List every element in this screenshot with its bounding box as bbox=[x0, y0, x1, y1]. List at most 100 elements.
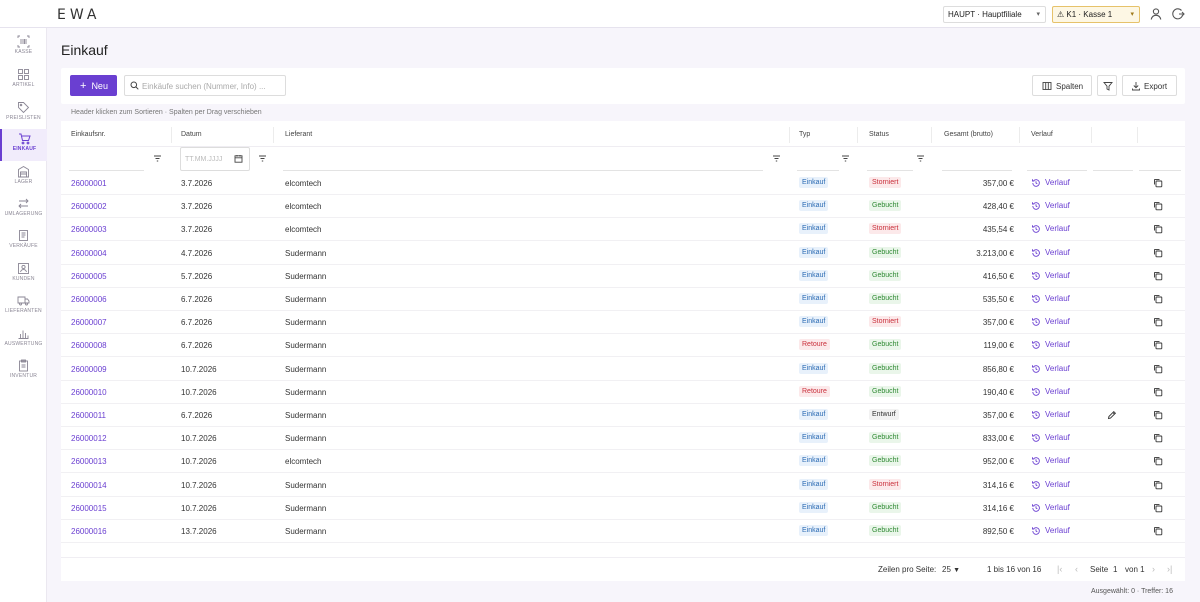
copy-icon[interactable] bbox=[1153, 271, 1163, 281]
copy-icon[interactable] bbox=[1153, 480, 1163, 490]
history-link[interactable]: Verlauf bbox=[1031, 480, 1070, 489]
column-header-datum[interactable]: Datum bbox=[181, 131, 202, 138]
table-row[interactable]: 26000016 13.7.2026 Sudermann Einkauf Gebucht… bbox=[61, 520, 1185, 543]
column-header-verlauf[interactable]: Verlauf bbox=[1031, 131, 1053, 138]
calendar-icon[interactable] bbox=[234, 154, 243, 163]
history-link[interactable]: Verlauf bbox=[1031, 248, 1070, 257]
filter-icon[interactable] bbox=[258, 154, 267, 163]
purchase-number-link[interactable]: 26000013 bbox=[71, 457, 107, 466]
history-link[interactable]: Verlauf bbox=[1031, 271, 1070, 280]
copy-icon[interactable] bbox=[1153, 364, 1163, 374]
purchase-number-link[interactable]: 26000002 bbox=[71, 202, 107, 211]
table-row[interactable]: 26000008 6.7.2026 Sudermann Retoure Gebucht 1… bbox=[61, 334, 1185, 358]
prev-page-icon[interactable]: ‹ bbox=[1075, 564, 1078, 574]
history-link[interactable]: Verlauf bbox=[1031, 410, 1070, 419]
column-header-gesamt[interactable]: Gesamt (brutto) bbox=[944, 131, 993, 138]
copy-icon[interactable] bbox=[1153, 526, 1163, 536]
history-link[interactable]: Verlauf bbox=[1031, 224, 1070, 233]
table-row[interactable]: 26000001 3.7.2026 elcomtech Einkauf Stornier… bbox=[61, 172, 1185, 195]
edit-icon[interactable] bbox=[1107, 410, 1117, 420]
copy-icon[interactable] bbox=[1153, 201, 1163, 211]
table-row[interactable]: 26000004 4.7.2026 Sudermann Einkauf Gebucht 3… bbox=[61, 242, 1185, 265]
rows-per-page-select[interactable]: 25 ▼ bbox=[942, 565, 960, 574]
purchase-number-link[interactable]: 26000012 bbox=[71, 434, 107, 443]
sidebar-item-auswertung[interactable]: AUSWERTUNG bbox=[0, 324, 47, 356]
history-link[interactable]: Verlauf bbox=[1031, 433, 1070, 442]
purchase-number-link[interactable]: 26000016 bbox=[71, 527, 107, 536]
sidebar-item-inventur[interactable]: INVENTUR bbox=[0, 356, 47, 388]
last-page-icon[interactable]: ›| bbox=[1167, 564, 1172, 574]
logout-icon[interactable] bbox=[1171, 7, 1185, 21]
purchase-number-link[interactable]: 26000014 bbox=[71, 481, 107, 490]
filter-datum-input[interactable]: TT.MM.JJJJ bbox=[180, 147, 250, 171]
branch-select[interactable]: HAUPT · Hauptfiliale ▾ bbox=[943, 6, 1046, 23]
history-link[interactable]: Verlauf bbox=[1031, 387, 1070, 396]
sidebar-item-artikel[interactable]: ARTIKEL bbox=[0, 65, 47, 97]
filter-gesamt-input[interactable] bbox=[942, 170, 1012, 171]
filter-icon[interactable] bbox=[772, 154, 781, 163]
columns-button[interactable]: Spalten bbox=[1032, 75, 1092, 96]
till-select[interactable]: ⚠ K1 · Kasse 1 ▾ bbox=[1052, 6, 1140, 23]
purchase-number-link[interactable]: 26000015 bbox=[71, 504, 107, 513]
filter-icon[interactable] bbox=[153, 154, 162, 163]
copy-icon[interactable] bbox=[1153, 248, 1163, 258]
user-icon[interactable] bbox=[1149, 7, 1163, 21]
page-input[interactable]: 1 bbox=[1113, 565, 1117, 574]
purchase-number-link[interactable]: 26000008 bbox=[71, 341, 107, 350]
filter-icon[interactable] bbox=[916, 154, 925, 163]
table-row[interactable]: 26000009 10.7.2026 Sudermann Einkauf Gebucht… bbox=[61, 358, 1185, 381]
sidebar-item-verkaeufe[interactable]: VERKÄUFE bbox=[0, 226, 47, 258]
copy-icon[interactable] bbox=[1153, 433, 1163, 443]
copy-icon[interactable] bbox=[1153, 387, 1163, 397]
new-button[interactable]: + Neu bbox=[70, 75, 117, 96]
first-page-icon[interactable]: |‹ bbox=[1057, 564, 1062, 574]
table-row[interactable]: 26000007 6.7.2026 Sudermann Einkauf Stornier… bbox=[61, 311, 1185, 335]
table-row[interactable]: 26000013 10.7.2026 elcomtech Einkauf Gebucht… bbox=[61, 450, 1185, 474]
purchase-number-link[interactable]: 26000011 bbox=[71, 411, 106, 420]
history-link[interactable]: Verlauf bbox=[1031, 178, 1070, 187]
column-header-status[interactable]: Status bbox=[869, 131, 889, 138]
history-link[interactable]: Verlauf bbox=[1031, 294, 1070, 303]
copy-icon[interactable] bbox=[1153, 317, 1163, 327]
table-row[interactable]: 26000012 10.7.2026 Sudermann Einkauf Gebucht… bbox=[61, 427, 1185, 451]
history-link[interactable]: Verlauf bbox=[1031, 503, 1070, 512]
table-row[interactable]: 26000005 5.7.2026 Sudermann Einkauf Gebucht 4… bbox=[61, 265, 1185, 288]
next-page-icon[interactable]: › bbox=[1152, 564, 1155, 574]
table-row[interactable]: 26000002 3.7.2026 elcomtech Einkauf Gebucht 4… bbox=[61, 195, 1185, 219]
purchase-number-link[interactable]: 26000006 bbox=[71, 295, 107, 304]
export-button[interactable]: Export bbox=[1122, 75, 1177, 96]
column-header-lieferant[interactable]: Lieferant bbox=[285, 131, 312, 138]
table-row[interactable]: 26000015 10.7.2026 Sudermann Einkauf Gebucht… bbox=[61, 497, 1185, 520]
filter-lieferant-input[interactable] bbox=[283, 170, 763, 171]
filter-icon[interactable] bbox=[841, 154, 850, 163]
purchase-number-link[interactable]: 26000001 bbox=[71, 179, 107, 188]
table-row[interactable]: 26000003 3.7.2026 elcomtech Einkauf Stornier… bbox=[61, 218, 1185, 242]
history-link[interactable]: Verlauf bbox=[1031, 201, 1070, 210]
history-link[interactable]: Verlauf bbox=[1031, 526, 1070, 535]
table-row[interactable]: 26000014 10.7.2026 Sudermann Einkauf Stornie… bbox=[61, 474, 1185, 497]
history-link[interactable]: Verlauf bbox=[1031, 456, 1070, 465]
sidebar-item-kunden[interactable]: KUNDEN bbox=[0, 259, 47, 291]
filter-typ-input[interactable] bbox=[797, 170, 839, 171]
sidebar-item-lieferanten[interactable]: LIEFERANTEN bbox=[0, 291, 47, 323]
table-row[interactable]: 26000010 10.7.2026 Sudermann Retoure Gebucht… bbox=[61, 381, 1185, 404]
search-input[interactable]: Einkäufe suchen (Nummer, Info) ... bbox=[124, 75, 286, 96]
filter-status-input[interactable] bbox=[867, 170, 913, 171]
filter-button[interactable] bbox=[1097, 75, 1117, 96]
copy-icon[interactable] bbox=[1153, 503, 1163, 513]
sidebar-item-einkauf[interactable]: EINKAUF bbox=[0, 129, 47, 161]
column-header-typ[interactable]: Typ bbox=[799, 131, 810, 138]
purchase-number-link[interactable]: 26000009 bbox=[71, 365, 107, 374]
copy-icon[interactable] bbox=[1153, 456, 1163, 466]
column-header-einkaufsnr[interactable]: Einkaufsnr. bbox=[71, 131, 106, 138]
copy-icon[interactable] bbox=[1153, 224, 1163, 234]
copy-icon[interactable] bbox=[1153, 178, 1163, 188]
sidebar-item-lager[interactable]: LAGER bbox=[0, 162, 47, 194]
history-link[interactable]: Verlauf bbox=[1031, 340, 1070, 349]
table-row[interactable]: 26000006 6.7.2026 Sudermann Einkauf Gebucht 5… bbox=[61, 288, 1185, 311]
history-link[interactable]: Verlauf bbox=[1031, 317, 1070, 326]
copy-icon[interactable] bbox=[1153, 340, 1163, 350]
purchase-number-link[interactable]: 26000004 bbox=[71, 249, 107, 258]
purchase-number-link[interactable]: 26000003 bbox=[71, 225, 107, 234]
filter-einkaufsnr-input[interactable] bbox=[69, 170, 144, 171]
